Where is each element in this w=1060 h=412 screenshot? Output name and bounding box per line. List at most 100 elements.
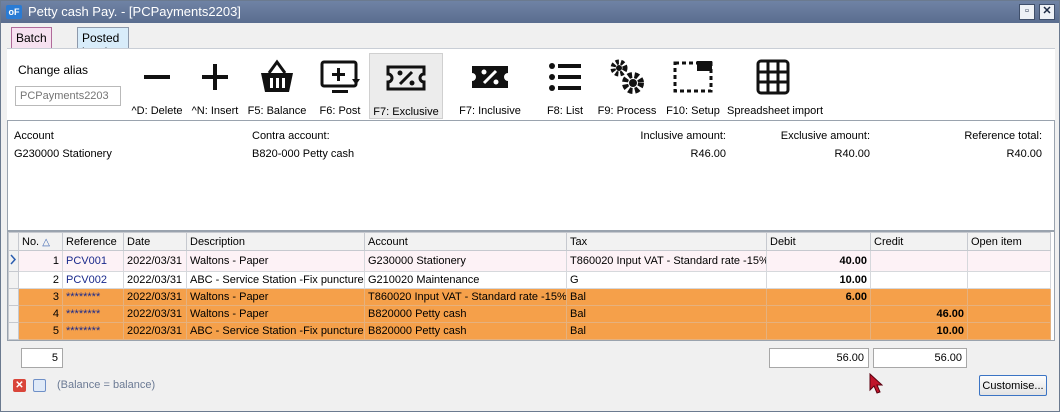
percent-ticket-outline-icon (386, 65, 426, 91)
delete-label: ^D: Delete (131, 105, 183, 117)
cell-account[interactable]: T860020 Input VAT - Standard rate -15% (364, 288, 567, 306)
cell-reference[interactable]: PCV001 (62, 250, 124, 272)
cell-tax[interactable]: G (566, 271, 767, 289)
cell-open-item[interactable] (967, 322, 1051, 340)
cell-account[interactable]: G210020 Maintenance (364, 271, 567, 289)
row-selector[interactable] (8, 271, 19, 289)
title-bar: oF Petty cash Pay. - [PCPayments2203] ▫ … (1, 1, 1059, 23)
cell-account[interactable]: B820000 Petty cash (364, 322, 567, 340)
table-row[interactable]: 3 ******** 2022/03/31 Waltons - Paper T8… (8, 288, 1051, 306)
cell-no[interactable]: 2 (18, 271, 63, 289)
cell-debit[interactable] (766, 305, 871, 323)
cell-reference[interactable]: PCV002 (62, 271, 124, 289)
cell-date[interactable]: 2022/03/31 (123, 271, 187, 289)
cell-reference[interactable]: ******** (62, 305, 124, 323)
cell-description[interactable]: ABC - Service Station -Fix puncture (186, 271, 365, 289)
cell-credit[interactable] (870, 250, 968, 272)
row-pointer-icon[interactable] (8, 250, 19, 272)
cell-tax[interactable]: Bal (566, 305, 767, 323)
alias-input[interactable] (15, 86, 121, 106)
inclusive-label: F7: Inclusive (459, 105, 521, 117)
cell-credit[interactable] (870, 288, 968, 306)
debit-total-field: 56.00 (769, 348, 869, 368)
cell-description[interactable]: Waltons - Paper (186, 250, 365, 272)
cell-tax[interactable]: Bal (566, 322, 767, 340)
column-header-no-label: No. (22, 235, 40, 248)
row-selector[interactable] (8, 322, 19, 340)
column-header-credit[interactable]: Credit (870, 232, 968, 251)
tab-batch-entry[interactable]: Batch entry (11, 27, 52, 59)
inclusive-button[interactable]: F7: Inclusive (455, 53, 525, 119)
cell-account[interactable]: G230000 Stationery (364, 250, 567, 272)
row-selector[interactable] (8, 288, 19, 306)
window-title: Petty cash Pay. - [PCPayments2203] (28, 4, 241, 19)
column-header-no[interactable]: No. △ (18, 232, 63, 251)
cell-description[interactable]: Waltons - Paper (186, 288, 365, 306)
cell-debit[interactable]: 10.00 (766, 271, 871, 289)
cell-description[interactable]: ABC - Service Station -Fix puncture (186, 322, 365, 340)
cell-credit[interactable]: 46.00 (870, 305, 968, 323)
customise-button[interactable]: Customise... (979, 375, 1047, 396)
table-row[interactable]: 5 ******** 2022/03/31 ABC - Service Stat… (8, 322, 1051, 340)
setup-button[interactable]: F10: Setup (663, 53, 723, 119)
error-icon[interactable]: ✕ (13, 379, 26, 392)
column-header-date[interactable]: Date (123, 232, 187, 251)
inclusive-amount-value: R46.00 (690, 148, 726, 160)
setup-label: F10: Setup (666, 105, 720, 117)
contra-account-heading: Contra account: (252, 130, 330, 142)
cell-open-item[interactable] (967, 305, 1051, 323)
cell-no[interactable]: 5 (18, 322, 63, 340)
cell-debit[interactable] (766, 322, 871, 340)
cell-tax[interactable]: T860020 Input VAT - Standard rate -15% (566, 250, 767, 272)
cell-open-item[interactable] (967, 288, 1051, 306)
reference-total-heading: Reference total: (964, 130, 1042, 142)
column-header-open-item[interactable]: Open item (967, 232, 1051, 251)
table-row[interactable]: 4 ******** 2022/03/31 Waltons - Paper B8… (8, 305, 1051, 323)
account-value: G230000 Stationery (14, 148, 112, 160)
cell-tax[interactable]: Bal (566, 288, 767, 306)
cell-no[interactable]: 3 (18, 288, 63, 306)
cell-reference[interactable]: ******** (62, 322, 124, 340)
table-row[interactable]: 1 PCV001 2022/03/31 Waltons - Paper G230… (8, 250, 1051, 272)
table-row[interactable]: 2 PCV002 2022/03/31 ABC - Service Statio… (8, 271, 1051, 289)
column-header-reference[interactable]: Reference (62, 232, 124, 251)
tab-posted-batches[interactable]: Posted batches (77, 27, 130, 59)
insert-button[interactable]: ^N: Insert (187, 53, 243, 119)
spreadsheet-import-label: Spreadsheet import (727, 105, 823, 117)
cell-credit[interactable]: 10.00 (870, 322, 968, 340)
cell-date[interactable]: 2022/03/31 (123, 288, 187, 306)
cell-description[interactable]: Waltons - Paper (186, 305, 365, 323)
spreadsheet-import-button[interactable]: Spreadsheet import (727, 53, 823, 119)
column-header-tax[interactable]: Tax (566, 232, 767, 251)
column-header-account[interactable]: Account (364, 232, 567, 251)
restore-button[interactable]: ▫ (1019, 4, 1035, 20)
cell-date[interactable]: 2022/03/31 (123, 250, 187, 272)
balance-button[interactable]: F5: Balance (245, 53, 309, 119)
row-selector[interactable] (8, 305, 19, 323)
cell-open-item[interactable] (967, 271, 1051, 289)
column-header-description[interactable]: Description (186, 232, 365, 251)
exclusive-button[interactable]: F7: Exclusive (369, 53, 443, 119)
cell-no[interactable]: 1 (18, 250, 63, 272)
column-header-debit[interactable]: Debit (766, 232, 871, 251)
change-alias-label: Change alias (18, 63, 89, 77)
cell-debit[interactable]: 40.00 (766, 250, 871, 272)
cell-date[interactable]: 2022/03/31 (123, 322, 187, 340)
list-button[interactable]: F8: List (541, 53, 589, 119)
transactions-grid: No. △ Reference Date Description Account… (7, 231, 1055, 341)
cell-reference[interactable]: ******** (62, 288, 124, 306)
cell-account[interactable]: B820000 Petty cash (364, 305, 567, 323)
post-button[interactable]: F6: Post (311, 53, 369, 119)
process-button[interactable]: F9: Process (595, 53, 659, 119)
close-button[interactable]: ✕ (1039, 4, 1055, 20)
cell-debit[interactable]: 6.00 (766, 288, 871, 306)
gears-icon (610, 59, 644, 94)
cell-credit[interactable] (870, 271, 968, 289)
account-heading: Account (14, 130, 54, 142)
cell-open-item[interactable] (967, 250, 1051, 272)
grid-header-row: No. △ Reference Date Description Account… (8, 232, 1051, 251)
info-panel-icon[interactable] (33, 379, 46, 392)
cell-date[interactable]: 2022/03/31 (123, 305, 187, 323)
delete-button[interactable]: ^D: Delete (127, 53, 187, 119)
cell-no[interactable]: 4 (18, 305, 63, 323)
